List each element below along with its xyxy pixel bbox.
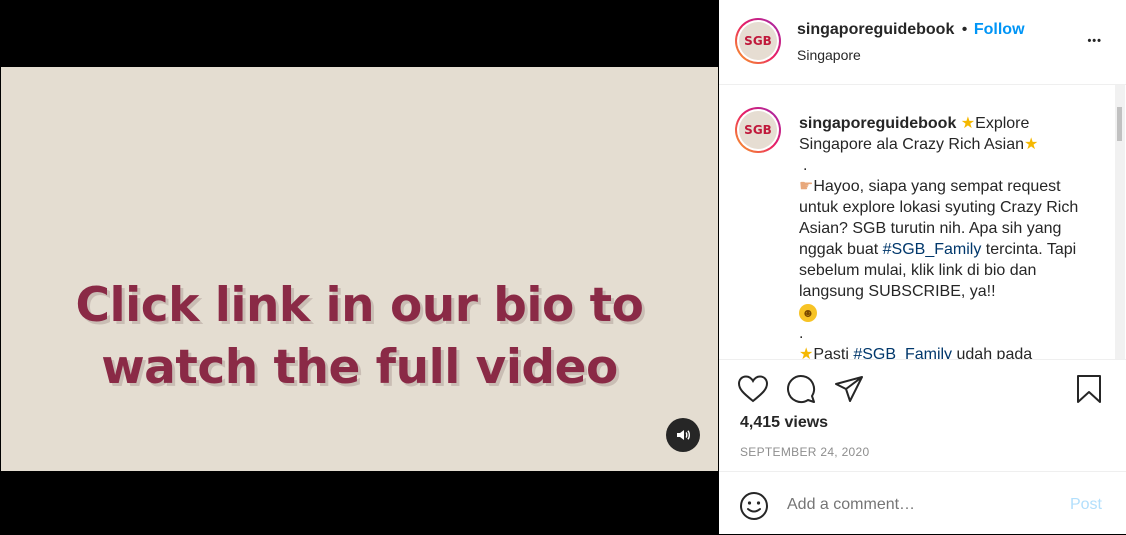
grin-emoji: ☻: [799, 304, 817, 322]
header-username[interactable]: singaporeguidebook: [797, 21, 954, 38]
media-area: Click link in our bio to watch the full …: [0, 0, 719, 534]
star-emoji: ★: [960, 115, 976, 132]
emoji-button[interactable]: [739, 491, 769, 526]
post-date[interactable]: SEPTEMBER 24, 2020: [740, 445, 869, 459]
share-button[interactable]: [833, 374, 865, 409]
location-link[interactable]: Singapore: [797, 47, 861, 63]
caption-para2-b: udah pada: [952, 346, 1033, 360]
caption-text: singaporeguidebook ★Explore Singapore al…: [799, 113, 1099, 360]
pointing-hand-emoji: ☛: [799, 178, 814, 195]
post-comment-button[interactable]: Post: [1070, 496, 1102, 514]
emoji-icon: [740, 492, 768, 520]
video-text-line-1: Click link in our bio to: [75, 278, 644, 333]
follow-button[interactable]: Follow: [974, 21, 1025, 38]
star-emoji: ★: [799, 346, 814, 360]
avatar-logo: SGB: [739, 22, 777, 60]
caption-avatar[interactable]: SGB: [735, 107, 781, 153]
post-header: SGB singaporeguidebook • Follow Singapor…: [719, 0, 1126, 85]
scrollbar[interactable]: [1115, 85, 1125, 359]
mute-button[interactable]: [666, 418, 700, 452]
caption-para2-a: Pasti: [813, 346, 854, 360]
heart-icon: [737, 375, 769, 403]
video-overlay-text: Click link in our bio to watch the full …: [1, 275, 718, 399]
comment-button[interactable]: [785, 374, 817, 409]
comment-icon: [787, 375, 815, 403]
comments-area[interactable]: SGB singaporeguidebook ★Explore Singapor…: [719, 85, 1126, 360]
views-count[interactable]: 4,415 views: [740, 414, 828, 432]
caption-dot-2: .: [799, 325, 804, 342]
video-player[interactable]: Click link in our bio to watch the full …: [1, 67, 718, 471]
caption-dot-1: .: [803, 157, 808, 174]
speaker-icon: [677, 430, 690, 440]
separator-dot: •: [961, 21, 968, 38]
more-options-button[interactable]: •••: [1087, 35, 1102, 47]
star-emoji: ★: [1024, 136, 1039, 153]
share-icon: [835, 376, 863, 402]
hashtag-link[interactable]: #SGB_Family: [883, 241, 982, 258]
add-comment-bar: Post: [719, 471, 1126, 535]
scrollbar-thumb[interactable]: [1117, 107, 1122, 141]
avatar[interactable]: SGB: [735, 18, 781, 64]
comment-input[interactable]: [787, 496, 1047, 514]
video-text-line-2: watch the full video: [101, 340, 618, 395]
caption-avatar-logo: SGB: [739, 111, 777, 149]
like-button[interactable]: [737, 374, 769, 409]
post-panel: SGB singaporeguidebook • Follow Singapor…: [719, 0, 1126, 534]
caption-username[interactable]: singaporeguidebook: [799, 115, 956, 132]
hashtag-link[interactable]: #SGB_Family: [853, 346, 952, 359]
save-button[interactable]: [1075, 374, 1103, 409]
bookmark-icon: [1077, 375, 1101, 403]
